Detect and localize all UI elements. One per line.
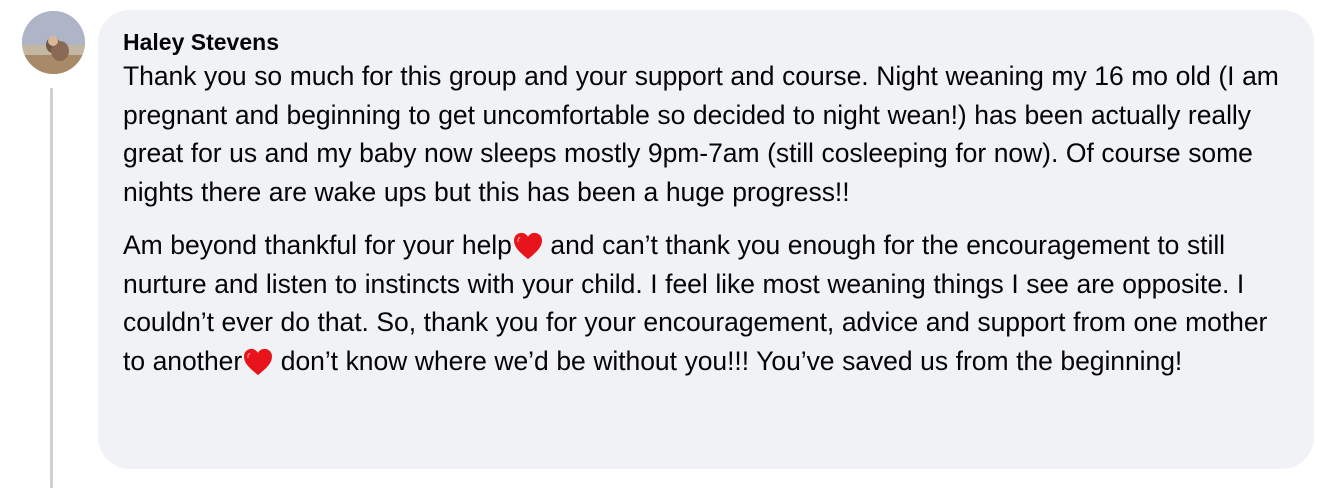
comment-paragraph-2: Am beyond thankful for your help and can… xyxy=(123,226,1294,380)
reply-thread-line xyxy=(50,88,53,488)
avatar[interactable] xyxy=(22,11,85,74)
profile-photo xyxy=(22,11,85,74)
comment-paragraph-1: Thank you so much for this group and you… xyxy=(123,61,1279,207)
red-heart-emoji-icon xyxy=(244,348,273,375)
comment-text-segment: don’t know where we’d be without you!!! … xyxy=(273,345,1183,376)
comment-bubble: Haley Stevens Thank you so much for this… xyxy=(98,10,1314,469)
comment-text-segment: Am beyond thankful for your help xyxy=(123,230,512,260)
comment-author-name[interactable]: Haley Stevens xyxy=(123,28,1294,56)
red-heart-emoji-icon xyxy=(513,232,542,260)
